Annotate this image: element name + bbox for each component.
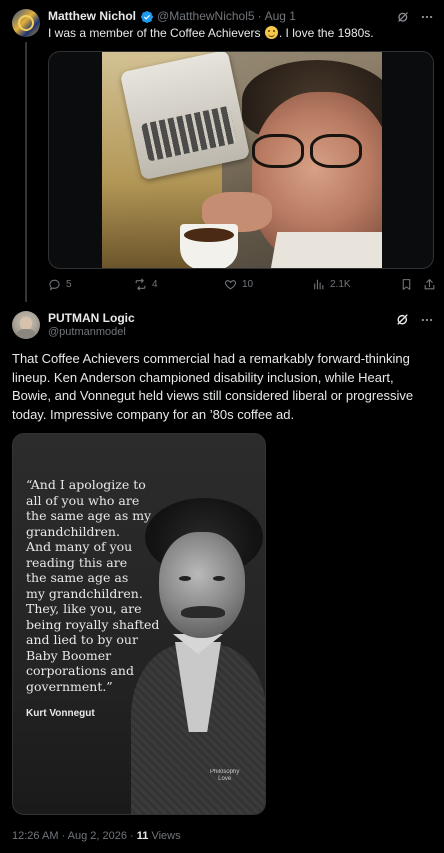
tweet-author-handle[interactable]: @putmanmodel — [48, 326, 126, 338]
tweet-top-icons — [395, 312, 434, 327]
repost-count: 4 — [152, 279, 158, 290]
share-action[interactable] — [423, 278, 436, 291]
tweet-views-label: Views — [148, 830, 181, 842]
grok-icon[interactable] — [395, 312, 410, 327]
author-name[interactable]: Matthew Nichol — [48, 9, 136, 24]
smiling-face-emoji-icon — [264, 26, 278, 39]
like-action[interactable]: 10 — [224, 278, 253, 291]
reply-text-part-1: I was a member of the Coffee Achievers — [48, 26, 264, 40]
reply-context-header: Matthew Nichol @MatthewNichol5 · Aug 1 — [48, 9, 296, 24]
more-options-icon[interactable] — [420, 313, 434, 327]
reply-count: 5 — [66, 279, 72, 290]
grok-icon[interactable] — [396, 10, 410, 24]
reply-context-text: I was a member of the Coffee Achievers .… — [48, 25, 374, 41]
views-count: 2.1K — [330, 279, 351, 290]
bookmark-action[interactable] — [400, 278, 413, 291]
quote-text: “And I apologize to all of you who are t… — [26, 477, 160, 694]
putman-logic-avatar[interactable] — [12, 311, 40, 339]
video-thumbnail[interactable] — [48, 51, 434, 269]
header-separator: · — [257, 9, 262, 23]
reply-context-tweet[interactable]: Matthew Nichol @MatthewNichol5 · Aug 1 I… — [0, 0, 444, 302]
views-action[interactable]: 2.1K — [312, 278, 351, 291]
views-chart-icon — [314, 279, 324, 290]
quote-author: Kurt Vonnegut — [26, 708, 95, 719]
tweet-meta: 12:26 AM · Aug 2, 2026 · 11 Views — [12, 830, 181, 842]
reply-context-actions: 5 4 10 2.1K — [48, 278, 438, 292]
author-handle[interactable]: @MatthewNichol5 — [157, 9, 255, 24]
verified-badge-icon — [141, 10, 153, 23]
bookmark-icon — [402, 279, 411, 290]
more-options-icon[interactable] — [420, 10, 434, 24]
matthew-nichol-avatar[interactable] — [12, 9, 40, 37]
thread-connector-line — [25, 42, 27, 302]
tweet-text: That Coffee Achievers commercial had a r… — [12, 351, 414, 422]
heart-icon — [224, 280, 237, 290]
tweet-author-name[interactable]: PUTMAN Logic — [48, 311, 135, 325]
video-frame-still — [102, 52, 382, 268]
image-watermark: Philosophy Love — [210, 769, 240, 782]
tweet-timestamp[interactable]: 12:26 AM · Aug 2, 2026 · — [12, 830, 137, 842]
share-icon — [424, 279, 435, 290]
like-count: 10 — [242, 279, 254, 290]
reply-text-part-2: . I love the 1980s. — [278, 26, 374, 40]
repost-icon — [135, 278, 146, 291]
tweet-date[interactable]: Aug 1 — [265, 9, 296, 24]
reply-icon — [49, 279, 60, 291]
vonnegut-quote-image[interactable]: “And I apologize to all of you who are t… — [12, 433, 266, 815]
reply-action[interactable]: 5 — [48, 278, 72, 291]
tweet-views-count: 11 — [136, 830, 149, 842]
reply-context-top-icons — [396, 10, 434, 24]
repost-action[interactable]: 4 — [134, 278, 158, 291]
